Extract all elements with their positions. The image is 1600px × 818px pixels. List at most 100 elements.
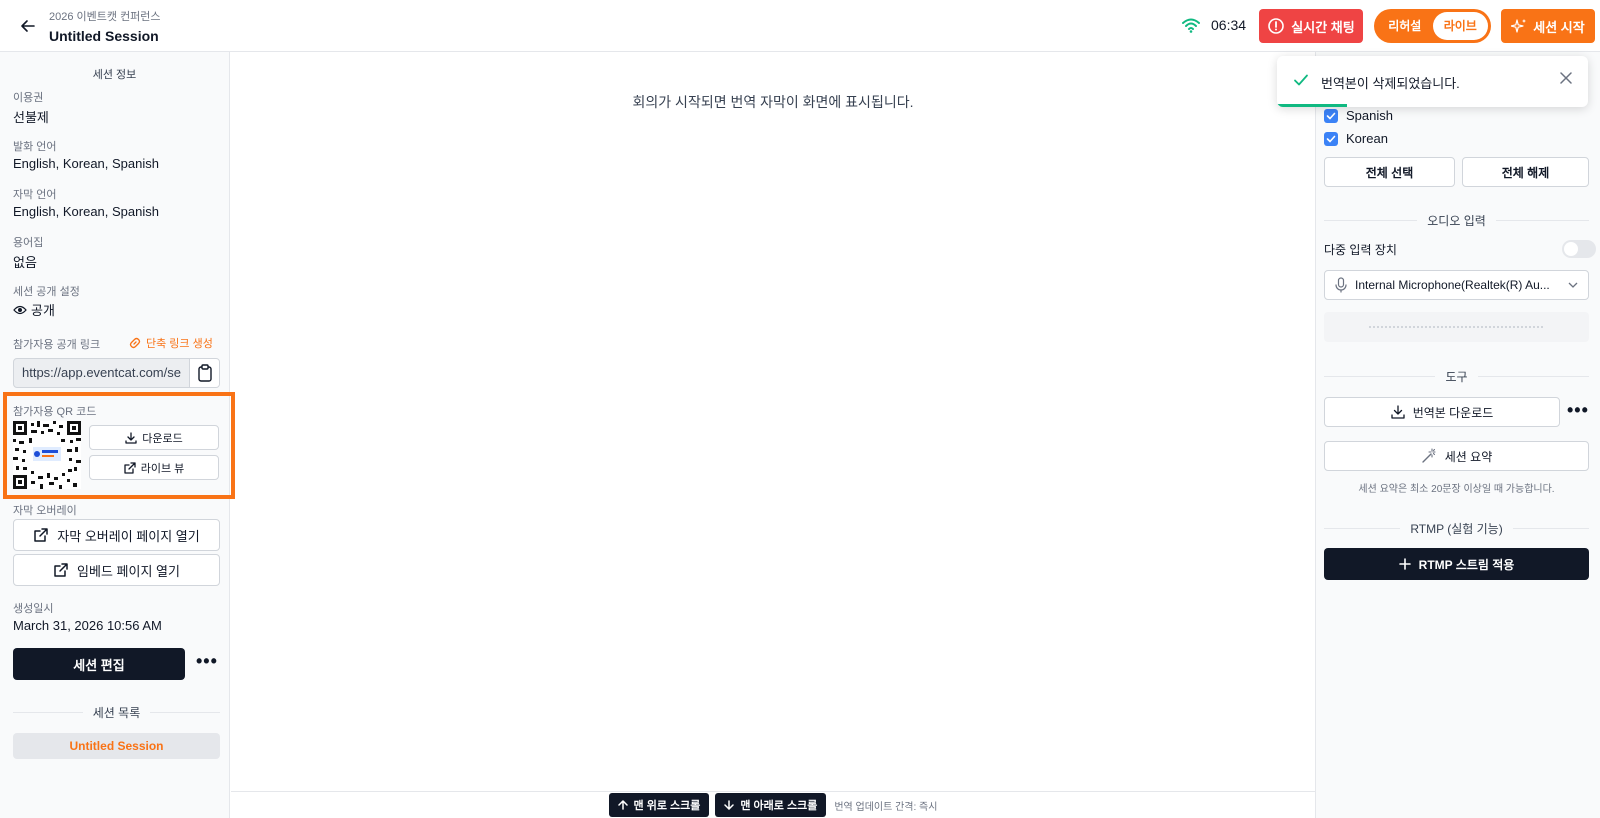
audio-input-title: 오디오 입력 (1427, 214, 1486, 228)
external-link-icon (124, 461, 136, 474)
rtmp-apply-label: RTMP 스트림 적용 (1418, 557, 1515, 572)
speech-lang-label: 발화 언어 (13, 141, 57, 153)
start-session-label: 세션 시작 (1533, 19, 1585, 35)
arrow-down-icon (724, 800, 735, 810)
external-link-icon (54, 563, 68, 577)
multi-input-label: 다중 입력 장치 (1324, 243, 1397, 257)
lang-checkbox-spanish[interactable]: Spanish (1324, 108, 1393, 123)
microphone-select-value: Internal Microphone(Realtek(R) Au... (1355, 278, 1550, 292)
summary-hint: 세션 요약은 최소 20문장 이상일 때 가능합니다. (1358, 484, 1555, 495)
caption-footer: 맨 위로 스크롤 맨 아래로 스크롤 번역 업데이트 간격: 즉시 (231, 791, 1315, 818)
arrow-up-icon (617, 800, 628, 810)
scroll-bottom-label: 맨 아래로 스크롤 (740, 800, 818, 812)
download-icon (125, 431, 137, 444)
session-list-item[interactable]: Untitled Session (13, 733, 220, 759)
plus-icon (1398, 558, 1411, 570)
session-summary-button[interactable]: 세션 요약 (1324, 441, 1589, 471)
toast-notification: 번역본이 삭제되었습니다. (1277, 56, 1588, 107)
select-all-button[interactable]: 전체 선택 (1324, 157, 1455, 187)
magic-wand-icon (1422, 448, 1436, 463)
back-arrow-icon[interactable] (18, 16, 38, 36)
qr-download-button[interactable]: 다운로드 (89, 425, 219, 450)
lang-checkbox-korean[interactable]: Korean (1324, 131, 1388, 146)
audio-input-header: 오디오 입력 (1324, 212, 1590, 229)
public-link-label: 참가자용 공개 링크 (13, 339, 101, 351)
plan-label: 이용권 (13, 92, 44, 104)
visibility-label: 세션 공개 설정 (13, 286, 80, 298)
lang-korean-label: Korean (1346, 131, 1388, 146)
mode-toggle: 리허설 라이브 (1374, 9, 1491, 43)
download-translation-label: 번역본 다운로드 (1412, 405, 1494, 420)
audio-level-meter (1324, 312, 1589, 342)
microphone-icon (1335, 277, 1347, 293)
start-session-button[interactable]: 세션 시작 (1501, 9, 1595, 43)
mode-rehearsal[interactable]: 리허설 (1377, 12, 1433, 40)
live-view-label: 라이브 뷰 (140, 462, 185, 475)
session-timer: 06:34 (1211, 17, 1247, 33)
qr-label: 참가자용 QR 코드 (13, 406, 97, 418)
qr-code-image (13, 421, 81, 489)
scroll-bottom-button[interactable]: 맨 아래로 스크롤 (715, 793, 827, 817)
live-chat-label: 실시간 채팅 (1291, 19, 1355, 35)
multi-input-toggle[interactable] (1562, 240, 1596, 258)
mode-live[interactable]: 라이브 (1432, 12, 1488, 40)
event-name: 2026 이벤트캣 컨퍼런스 (49, 11, 161, 23)
caption-lang-value: English, Korean, Spanish (13, 204, 159, 219)
sparkle-icon (1511, 19, 1527, 33)
update-interval-text: 번역 업데이트 간격: 즉시 (834, 801, 938, 813)
eye-icon (13, 305, 27, 314)
scroll-top-label: 맨 위로 스크롤 (633, 800, 701, 812)
speech-lang-value: English, Korean, Spanish (13, 156, 159, 171)
short-link-label: 단축 링크 생성 (146, 338, 213, 350)
microphone-select[interactable]: Internal Microphone(Realtek(R) Au... (1324, 270, 1589, 300)
scroll-top-button[interactable]: 맨 위로 스크롤 (608, 793, 710, 817)
glossary-label: 용어집 (13, 237, 44, 249)
overlay-label: 자막 오버레이 (13, 505, 77, 517)
checkbox-checked-icon[interactable] (1324, 108, 1338, 123)
session-list-header: 세션 목록 (13, 704, 220, 721)
glossary-value: 없음 (13, 255, 37, 270)
wifi-icon (1181, 17, 1201, 36)
external-link-icon (34, 528, 49, 542)
rtmp-title: RTMP (실험 기능) (1410, 522, 1503, 536)
link-icon (129, 337, 141, 349)
checkbox-checked-icon[interactable] (1324, 131, 1338, 146)
deselect-all-button[interactable]: 전체 해제 (1462, 157, 1589, 187)
rtmp-apply-button[interactable]: RTMP 스트림 적용 (1324, 548, 1589, 580)
toast-progress-bar (1277, 104, 1347, 107)
top-header: 2026 이벤트캣 컨퍼런스 Untitled Session 06:34 실시… (0, 0, 1600, 52)
chat-alert-icon (1268, 18, 1285, 34)
session-list-title: 세션 목록 (92, 706, 141, 720)
rtmp-header: RTMP (실험 기능) (1324, 520, 1590, 537)
public-link-field[interactable]: https://app.eventcat.com/se (13, 358, 220, 388)
session-info-title: 세션 정보 (92, 69, 137, 81)
chevron-down-icon (1568, 282, 1578, 288)
more-options-icon[interactable]: ••• (196, 651, 218, 672)
tools-more-icon[interactable]: ••• (1567, 400, 1589, 421)
qr-download-label: 다운로드 (142, 432, 183, 445)
live-chat-button[interactable]: 실시간 채팅 (1259, 9, 1363, 43)
tools-header: 도구 (1324, 368, 1589, 385)
clipboard-icon[interactable] (189, 359, 219, 387)
toast-message: 번역본이 삭제되었습니다. (1321, 76, 1460, 91)
title-block: 2026 이벤트캣 컨퍼런스 Untitled Session (49, 10, 161, 46)
tools-title: 도구 (1445, 370, 1468, 384)
open-overlay-button[interactable]: 자막 오버레이 페이지 열기 (13, 519, 220, 551)
edit-session-button[interactable]: 세션 편집 (13, 648, 185, 680)
short-link-button[interactable]: 단축 링크 생성 (128, 335, 213, 351)
plan-value: 선불제 (13, 110, 49, 125)
created-value: March 31, 2026 10:56 AM (13, 618, 162, 633)
download-translation-button[interactable]: 번역본 다운로드 (1324, 397, 1560, 427)
check-icon (1294, 74, 1308, 86)
caption-area: 회의가 시작되면 번역 자막이 화면에 표시됩니다. 맨 위로 스크롤 맨 아래… (231, 52, 1315, 818)
created-label: 생성일시 (13, 603, 54, 615)
lang-spanish-label: Spanish (1346, 108, 1393, 123)
visibility-value: 공개 (13, 300, 55, 319)
public-link-url: https://app.eventcat.com/se (22, 365, 181, 380)
live-view-button[interactable]: 라이브 뷰 (89, 455, 219, 480)
open-embed-button[interactable]: 임베드 페이지 열기 (13, 554, 220, 586)
session-title: Untitled Session (49, 28, 159, 44)
open-overlay-label: 자막 오버레이 페이지 열기 (57, 528, 200, 544)
close-icon[interactable] (1560, 72, 1572, 84)
caption-placeholder: 회의가 시작되면 번역 자막이 화면에 표시됩니다. (632, 94, 914, 110)
